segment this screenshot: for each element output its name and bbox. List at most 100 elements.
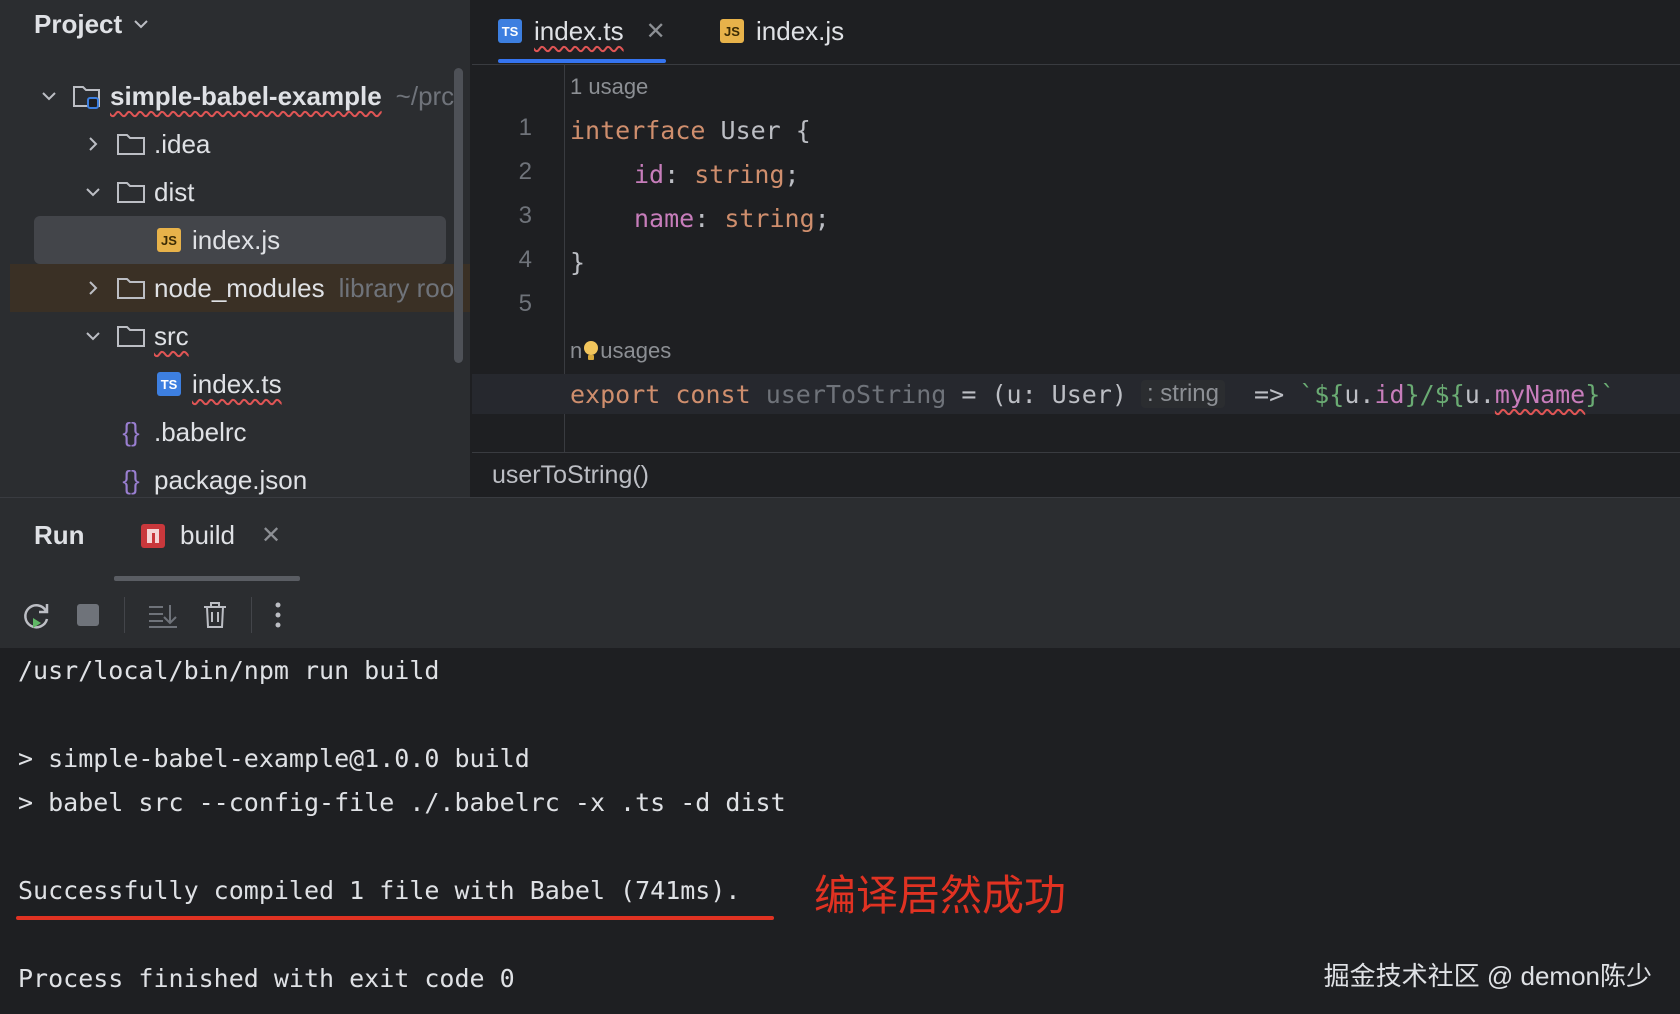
console-line-success: Successfully compiled 1 file with Babel … <box>18 876 741 905</box>
json-braces-icon: {} <box>122 416 140 447</box>
chevron-down-icon[interactable] <box>80 323 106 349</box>
stop-icon[interactable] <box>74 601 102 629</box>
code-text: ; <box>814 203 830 233</box>
console-line: Process finished with exit code 0 <box>18 964 515 993</box>
chevron-down-icon <box>134 20 148 29</box>
string: }` <box>1585 379 1616 409</box>
hint-text: usages <box>600 338 672 363</box>
code-text: } <box>570 247 586 277</box>
tree-item-idea[interactable]: .idea <box>10 120 470 168</box>
tree-item-src[interactable]: src <box>10 312 470 360</box>
run-tab-bar: Run build ✕ <box>0 498 1680 583</box>
js-file-icon: JS <box>154 225 184 255</box>
close-icon[interactable]: ✕ <box>646 17 666 46</box>
code-line-3[interactable]: name: string; <box>570 198 1680 238</box>
code-text: : <box>664 159 695 189</box>
inlay-type-hint: : string <box>1140 380 1225 408</box>
ts-file-icon: TS <box>154 369 184 399</box>
annotation-underline <box>16 916 774 920</box>
keyword: const <box>675 379 751 409</box>
code-text: u. <box>1344 379 1375 409</box>
code-text: u. <box>1464 379 1495 409</box>
tree-item-note: library roo <box>338 272 455 303</box>
line-number: 5 <box>518 290 532 317</box>
close-icon[interactable]: ✕ <box>261 521 281 550</box>
property-error: myName <box>1494 379 1586 409</box>
type-name: string <box>694 159 785 189</box>
tree-item-path: ~/prc <box>395 80 455 111</box>
tree-item-dist[interactable]: dist <box>10 168 470 216</box>
tree-item-label: .idea <box>154 128 211 159</box>
line-number: 4 <box>518 246 532 273</box>
lightbulb-icon[interactable] <box>582 340 600 362</box>
tree-item-node-modules[interactable]: node_modules library roo <box>10 264 470 312</box>
run-panel-title: Run <box>34 520 85 550</box>
tree-item-root[interactable]: simple-babel-example ~/prc <box>10 72 470 120</box>
code-text: => <box>1238 379 1285 409</box>
usage-hint[interactable]: 1 usage <box>570 74 648 100</box>
usage-hint[interactable]: n usages <box>570 338 671 364</box>
tree-item-package-json[interactable]: {} package.json <box>10 456 470 497</box>
property: name <box>634 203 695 233</box>
rerun-icon[interactable] <box>20 599 52 631</box>
tree-item-label: index.js <box>192 224 281 255</box>
hint-text: n <box>570 338 583 363</box>
line-number: 1 <box>518 114 532 141</box>
tree-item-label: package.json <box>154 464 308 495</box>
project-header-label: Project <box>34 8 123 39</box>
console-line: /usr/local/bin/npm run build <box>18 656 440 685</box>
tree-item-label: node_modules <box>154 272 325 303</box>
chevron-right-icon[interactable] <box>80 131 106 157</box>
property: id <box>634 159 665 189</box>
tree-item-dist-index-js[interactable]: JS index.js <box>34 216 446 264</box>
folder-icon <box>116 177 146 207</box>
trash-icon[interactable] <box>201 600 229 630</box>
code-line-1[interactable]: interface User { <box>570 110 1680 150</box>
code-text: = (u: User) <box>946 379 1127 409</box>
string: `${ <box>1284 379 1345 409</box>
code-line-6[interactable]: export const userToString = (u: User) : s… <box>472 374 1680 414</box>
tree-item-label: simple-babel-example <box>110 80 382 111</box>
project-view-selector[interactable]: Project <box>34 6 150 42</box>
keyword: interface <box>570 115 706 145</box>
code-line-4[interactable]: } <box>570 242 1680 282</box>
project-scrollbar[interactable] <box>454 68 463 363</box>
code-text: ; <box>784 159 800 189</box>
code-line-2[interactable]: id: string; <box>570 154 1680 194</box>
console-line: > babel src --config-file ./.babelrc -x … <box>18 788 786 817</box>
tab-index-ts[interactable]: TS index.ts ✕ <box>498 0 666 63</box>
breadcrumb: userToString() <box>472 452 1680 498</box>
tab-label: index.js <box>756 15 845 46</box>
scroll-to-end-icon[interactable] <box>147 601 179 629</box>
chevron-down-icon[interactable] <box>36 83 62 109</box>
tab-index-js[interactable]: JS index.js <box>720 0 844 62</box>
project-folder-icon <box>72 81 102 111</box>
active-tab-indicator <box>114 576 300 581</box>
tab-label: index.ts <box>534 15 624 46</box>
identifier: userToString <box>765 379 947 409</box>
console-line: > simple-babel-example@1.0.0 build <box>18 744 530 773</box>
line-number: 2 <box>518 158 532 185</box>
tree-item-label: src <box>154 320 189 351</box>
chevron-right-icon[interactable] <box>80 275 106 301</box>
folder-icon <box>116 273 146 303</box>
more-options-icon[interactable] <box>274 600 282 630</box>
tree-item-src-index-ts[interactable]: TS index.ts <box>10 360 470 408</box>
editor: TS index.ts ✕ JS index.js 1 2 3 4 5 6 1 … <box>472 0 1680 497</box>
annotation-label: 编译居然成功 <box>814 872 1067 919</box>
toolbar-divider <box>251 597 252 633</box>
chevron-down-icon[interactable] <box>80 179 106 205</box>
watermark: 掘金技术社区 @ demon陈少 <box>1323 961 1652 991</box>
folder-icon <box>116 129 146 159</box>
project-panel: Project simple-babel-example ~/prc .idea… <box>0 0 470 497</box>
keyword: export <box>570 379 661 409</box>
line-number: 3 <box>518 202 532 229</box>
tree-item-label: index.ts <box>192 368 282 399</box>
js-file-icon: JS <box>720 19 744 43</box>
code-text: User { <box>705 115 811 145</box>
tab-build[interactable]: build ✕ <box>140 520 281 551</box>
tree-item-babelrc[interactable]: {} .babelrc <box>10 408 470 456</box>
tab-label: build <box>180 520 235 550</box>
json-braces-icon: {} <box>122 464 140 495</box>
breadcrumb-item[interactable]: userToString() <box>492 461 649 490</box>
